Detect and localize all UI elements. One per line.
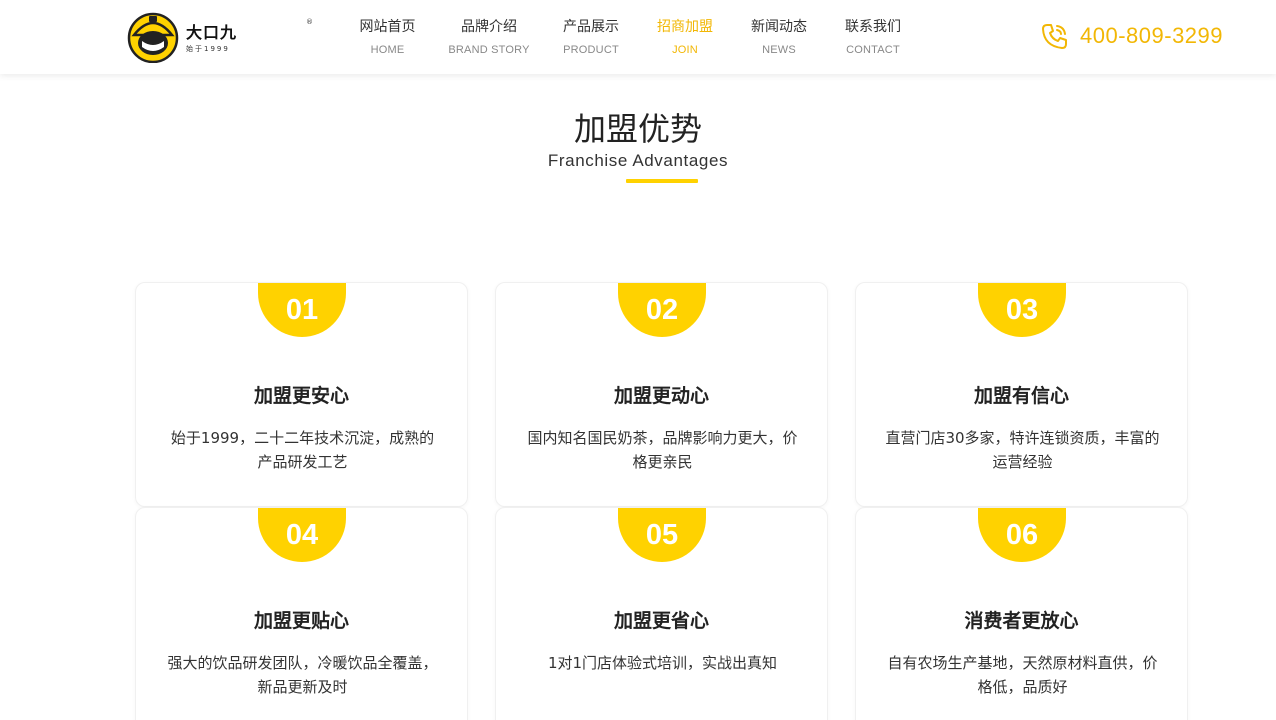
card-title: 加盟更安心 xyxy=(253,385,349,407)
nav-item-contact[interactable]: 联系我们 CONTACT xyxy=(827,0,919,74)
nav-sublabel: NEWS xyxy=(762,44,796,56)
card-number: 05 xyxy=(645,518,679,551)
nav-sublabel: HOME xyxy=(370,44,405,56)
nav-sublabel: CONTACT xyxy=(846,44,900,56)
nav-label: 产品展示 xyxy=(563,19,619,35)
nav-sublabel: PRODUCT xyxy=(563,44,619,56)
number-badge: 03 xyxy=(978,283,1066,337)
nav-item-join[interactable]: 招商加盟 JOIN xyxy=(639,0,731,74)
brand-tagline: 始于1999 xyxy=(186,44,230,53)
card-number: 02 xyxy=(645,293,679,326)
card-description: 自有农场生产基地，天然原材料直供，价格低，品质好 xyxy=(887,654,1158,696)
phone-contact[interactable]: 400-809-3299 xyxy=(1040,18,1223,54)
card-number: 06 xyxy=(1005,518,1039,551)
advantage-card: 03 加盟有信心直营门店30多家，特许连锁资质，丰富的运营经验 xyxy=(855,282,1188,507)
card-description: 始于1999，二十二年技术沉淀，成熟的产品研发工艺 xyxy=(170,429,435,471)
phone-number: 400-809-3299 xyxy=(1080,23,1224,48)
advantage-card: 04 加盟更贴心强大的饮品研发团队，冷暖饮品全覆盖，新品更新及时 xyxy=(135,507,468,720)
card-description: 1对1门店体验式培训，实战出真知 xyxy=(547,654,778,672)
card-number: 03 xyxy=(1005,293,1039,326)
nav-item-product[interactable]: 产品展示 PRODUCT xyxy=(543,0,639,74)
section-title: 加盟优势 xyxy=(573,110,702,148)
number-badge: 04 xyxy=(258,508,346,562)
registered-mark: ® xyxy=(306,18,313,26)
nav-label: 联系我们 xyxy=(845,19,901,35)
advantage-card: 05 加盟更省心 1对1门店体验式培训，实战出真知 xyxy=(495,507,828,720)
card-title: 加盟有信心 xyxy=(973,385,1069,407)
number-badge: 05 xyxy=(618,508,706,562)
advantage-card: 06 消费者更放心自有农场生产基地，天然原材料直供，价格低，品质好 xyxy=(855,507,1188,720)
card-number: 04 xyxy=(285,518,319,551)
main-nav: 网站首页 HOME 品牌介绍 BRAND STORY 产品展示 PRODUCT 招商加盟 JO… xyxy=(340,0,919,74)
card-number: 01 xyxy=(285,293,319,326)
nav-sublabel: BRAND STORY xyxy=(448,44,530,56)
nav-sublabel: JOIN xyxy=(672,44,698,56)
title-underline xyxy=(626,179,698,183)
brand-name: 大口九 xyxy=(186,22,238,42)
advantage-card: 01 加盟更安心始于1999，二十二年技术沉淀，成熟的产品研发工艺 xyxy=(135,282,468,507)
nav-item-brand-story[interactable]: 品牌介绍 BRAND STORY xyxy=(435,0,543,74)
section-subtitle: Franchise Advantages xyxy=(547,151,729,170)
phone-icon xyxy=(1042,24,1067,49)
nav-label: 网站首页 xyxy=(359,19,416,35)
advantage-card: 02 加盟更动心国内知名国民奶茶，品牌影响力更大，价格更亲民 xyxy=(495,282,828,507)
card-title: 加盟更省心 xyxy=(613,610,709,632)
number-badge: 02 xyxy=(618,283,706,337)
nav-label: 招商加盟 xyxy=(657,19,713,35)
number-badge: 06 xyxy=(978,508,1066,562)
nav-label: 品牌介绍 xyxy=(461,19,517,35)
logo-wordmark: 大口九 始于1999 xyxy=(186,19,237,54)
card-description: 强大的饮品研发团队，冷暖饮品全覆盖，新品更新及时 xyxy=(167,654,438,696)
card-title: 加盟更贴心 xyxy=(253,610,349,632)
brand-logo[interactable]: 大口九 始于1999 ® xyxy=(126,8,313,64)
card-description: 直营门店30多家，特许连锁资质，丰富的运营经验 xyxy=(885,429,1160,471)
card-description: 国内知名国民奶茶，品牌影响力更大，价格更亲民 xyxy=(527,429,798,471)
nav-label: 新闻动态 xyxy=(751,19,807,35)
nav-item-home[interactable]: 网站首页 HOME xyxy=(340,0,435,74)
nav-item-news[interactable]: 新闻动态 NEWS xyxy=(731,0,827,74)
logo-mascot-icon xyxy=(127,12,179,63)
site-header: 大口九 始于1999 ® 网站首页 HOME 品牌介绍 BRAND STORY 产品展示… xyxy=(0,0,1276,74)
number-badge: 01 xyxy=(258,283,346,337)
card-title: 消费者更放心 xyxy=(964,610,1079,632)
card-title: 加盟更动心 xyxy=(613,385,709,407)
